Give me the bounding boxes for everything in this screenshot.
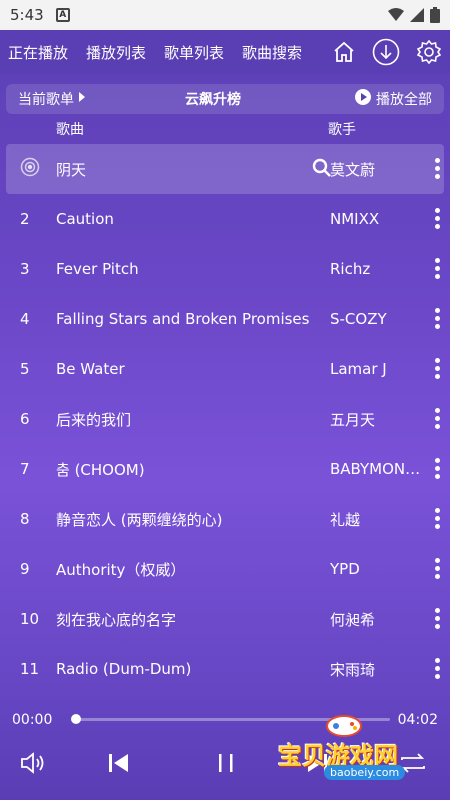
more-options-icon[interactable]: [435, 658, 440, 679]
home-icon[interactable]: [332, 40, 356, 64]
more-options-icon[interactable]: [435, 358, 440, 379]
song-row[interactable]: 3 Fever Pitch Richz: [0, 244, 450, 294]
song-artist: 莫文蔚: [330, 160, 376, 179]
top-nav: 正在播放 播放列表 歌单列表 歌曲搜索: [0, 30, 450, 74]
playlist-title: 云飙升榜: [185, 92, 241, 108]
song-number: 4: [20, 310, 30, 328]
caret-right-icon: [78, 91, 86, 107]
playlist-header-bar: 当前歌单 云飙升榜 播放全部: [6, 84, 444, 114]
song-title: Fever Pitch: [56, 260, 139, 278]
settings-gear-icon[interactable]: [416, 39, 442, 65]
song-list: 阴天 莫文蔚 2 Caution NMIXX 3 Fever Pitch Ric…: [0, 144, 450, 694]
song-row[interactable]: 6 后来的我们 五月天: [0, 394, 450, 444]
song-artist: 礼越: [330, 510, 361, 529]
song-number: 6: [20, 410, 30, 428]
song-number: 7: [20, 460, 30, 478]
volume-icon[interactable]: [18, 748, 48, 778]
song-artist: S-COZY: [330, 310, 387, 328]
song-artist: Richz: [330, 260, 371, 278]
song-artist: Lamar J: [330, 360, 387, 378]
song-number: 8: [20, 510, 30, 528]
song-title: 静音恋人 (两颗缠绕的心): [56, 510, 223, 529]
play-all-button[interactable]: 播放全部: [354, 88, 432, 110]
song-title: 阴天: [56, 160, 87, 179]
tab-play-queue[interactable]: 播放列表: [86, 42, 146, 63]
song-number: 11: [20, 660, 40, 678]
previous-track-icon[interactable]: [106, 748, 132, 778]
song-row[interactable]: 5 Be Water Lamar J: [0, 344, 450, 394]
song-row[interactable]: 8 静音恋人 (两颗缠绕的心) 礼越: [0, 494, 450, 544]
more-options-icon[interactable]: [435, 458, 440, 479]
song-title: 춤 (CHOOM): [56, 460, 145, 479]
song-artist: YPD: [330, 560, 360, 578]
progress-knob[interactable]: [71, 714, 81, 724]
tab-playlists[interactable]: 歌单列表: [164, 42, 224, 63]
song-title: Authority（权威）: [56, 560, 186, 579]
more-options-icon[interactable]: [435, 308, 440, 329]
tab-song-search[interactable]: 歌曲搜索: [242, 42, 302, 63]
watermark-url: baobeiy.com: [324, 765, 406, 780]
tab-now-playing[interactable]: 正在播放: [8, 42, 68, 63]
more-options-icon[interactable]: [435, 258, 440, 279]
song-row[interactable]: 9 Authority（权威） YPD: [0, 544, 450, 594]
current-playlist-button[interactable]: 当前歌单: [18, 89, 86, 109]
song-row-active[interactable]: 阴天 莫文蔚: [6, 144, 444, 194]
current-playlist-label: 当前歌单: [18, 92, 74, 108]
song-title: Be Water: [56, 360, 125, 378]
column-header-artist: 歌手: [328, 122, 356, 138]
play-all-label: 播放全部: [376, 92, 432, 108]
gamepad-mascot-icon: [324, 712, 364, 737]
song-number: 2: [20, 210, 30, 228]
song-title: 后来的我们: [56, 410, 132, 429]
song-title: Falling Stars and Broken Promises: [56, 310, 310, 328]
pause-icon[interactable]: [214, 748, 238, 778]
song-artist: 宋雨琦: [330, 660, 376, 679]
status-time: 5:43: [10, 6, 44, 24]
more-options-icon[interactable]: [435, 558, 440, 579]
wifi-icon: [388, 8, 404, 22]
signal-icon: [410, 8, 424, 22]
status-bar: 5:43 A: [0, 0, 450, 30]
now-playing-indicator-icon: [20, 157, 40, 181]
battery-icon: [430, 7, 440, 23]
elapsed-time: 00:00: [12, 712, 53, 728]
song-title: 刻在我心底的名字: [56, 610, 177, 629]
song-row[interactable]: 2 Caution NMIXX: [0, 194, 450, 244]
watermark-logo: 宝贝游戏网 baobeiy.com: [272, 712, 432, 792]
more-options-icon[interactable]: [435, 608, 440, 629]
song-number: 9: [20, 560, 30, 578]
song-number: 5: [20, 360, 30, 378]
song-artist: 何昶希: [330, 610, 376, 629]
song-title: Radio (Dum-Dum): [56, 660, 192, 678]
song-row[interactable]: 7 춤 (CHOOM) BABYMON…: [0, 444, 450, 494]
song-title: Caution: [56, 210, 114, 228]
notification-a-icon: A: [55, 8, 70, 22]
song-artist: NMIXX: [330, 210, 380, 228]
more-options-icon[interactable]: [435, 208, 440, 229]
search-song-icon[interactable]: [312, 158, 332, 182]
song-artist: 五月天: [330, 410, 376, 429]
more-options-icon[interactable]: [435, 158, 440, 179]
more-options-icon[interactable]: [435, 508, 440, 529]
song-row[interactable]: 10 刻在我心底的名字 何昶希: [0, 594, 450, 644]
status-icons: [388, 7, 440, 23]
column-headers: 歌曲 歌手: [0, 114, 450, 144]
song-number: 10: [20, 610, 40, 628]
column-header-song: 歌曲: [56, 122, 84, 138]
song-row[interactable]: 11 Radio (Dum-Dum) 宋雨琦: [0, 644, 450, 694]
play-circle-icon: [354, 88, 372, 110]
song-artist: BABYMON…: [330, 460, 421, 478]
song-number: 3: [20, 260, 30, 278]
song-row[interactable]: 4 Falling Stars and Broken Promises S-CO…: [0, 294, 450, 344]
download-icon[interactable]: [372, 38, 400, 66]
more-options-icon[interactable]: [435, 408, 440, 429]
